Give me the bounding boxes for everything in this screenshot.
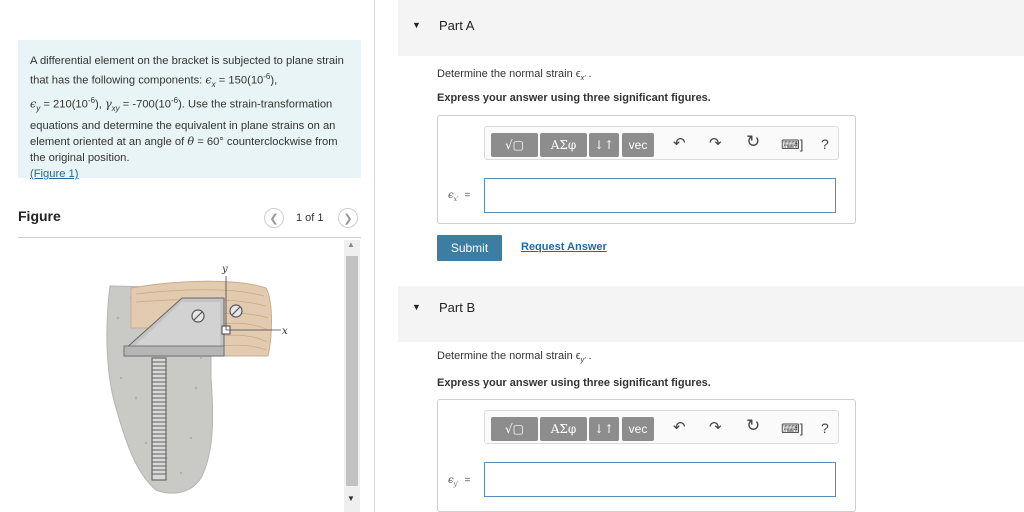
axis-x-label: x: [282, 326, 288, 337]
part-a-title[interactable]: Part A: [439, 18, 474, 33]
part-a-variable-label: ϵx′ =: [448, 190, 470, 203]
part-a-equals: =: [464, 190, 471, 201]
part-a-answer-box: √▢ ΑΣφ ↓↑ vec ↶ ↷ ↻ ⌨] ? ϵx′ =: [437, 115, 856, 224]
part-a-header[interactable]: [398, 0, 1024, 56]
help-button[interactable]: ?: [821, 420, 829, 436]
part-a-collapse-icon[interactable]: ▼: [412, 20, 421, 30]
vec-label: vec: [628, 138, 648, 152]
part-b-header[interactable]: [398, 286, 1024, 342]
ey-value: = 210(10: [40, 99, 88, 112]
figure-link[interactable]: (Figure 1): [30, 168, 79, 180]
bracket-figure: y x: [106, 264, 288, 494]
vec-button[interactable]: vec: [622, 133, 654, 157]
symbols-button[interactable]: ΑΣφ: [540, 417, 587, 441]
reset-icon[interactable]: ↻: [746, 133, 760, 150]
symbols-button[interactable]: ΑΣφ: [540, 133, 587, 157]
figure-counter: 1 of 1: [296, 212, 324, 224]
undo-icon[interactable]: ↶: [673, 136, 686, 152]
updown-label: ↓↑: [593, 138, 615, 152]
part-b-instruction: Express your answer using three signific…: [437, 377, 711, 389]
part-b-title[interactable]: Part B: [439, 300, 475, 315]
gxy-sub: xy: [111, 104, 120, 114]
ex-close: ),: [270, 74, 278, 87]
figure-divider: [18, 237, 361, 238]
part-a-instruction: Express your answer using three signific…: [437, 92, 711, 104]
undo-icon[interactable]: ↶: [673, 420, 686, 436]
ex-value: = 150(10: [215, 74, 264, 87]
part-b-variable-label: ϵy′ =: [448, 475, 470, 488]
updown-button[interactable]: ↓↑: [589, 133, 619, 157]
theta-value: = 60°: [194, 135, 224, 148]
symbols-label: ΑΣφ: [550, 422, 577, 436]
panel-divider: [374, 0, 375, 512]
axis-y-label: y: [221, 264, 228, 275]
ey-exp: -6: [87, 96, 95, 106]
problem-intro: A differential element on the bracket is…: [30, 55, 344, 87]
redo-icon[interactable]: ↷: [709, 136, 722, 152]
reset-icon[interactable]: ↻: [746, 417, 760, 434]
keyboard-icon[interactable]: ⌨]: [781, 421, 803, 437]
templates-label: √▢: [505, 138, 524, 152]
templates-button[interactable]: √▢: [491, 417, 538, 441]
part-a-question-end: .: [585, 68, 592, 80]
chevron-right-icon: ❯: [343, 212, 353, 225]
ey-close: ),: [95, 99, 102, 112]
problem-statement: A differential element on the bracket is…: [18, 40, 361, 180]
part-b-answer-input[interactable]: [484, 462, 836, 497]
submit-button[interactable]: Submit: [437, 235, 502, 261]
part-b-var-sub: y′: [453, 481, 459, 488]
left-panel: A differential element on the bracket is…: [0, 0, 374, 512]
templates-label: √▢: [505, 422, 524, 436]
vec-button[interactable]: vec: [622, 417, 654, 441]
figure-title: Figure: [18, 208, 61, 224]
gxy-exp: -6: [170, 96, 179, 106]
chevron-left-icon: ❮: [269, 212, 279, 225]
part-b-equals: =: [464, 475, 471, 486]
part-a-var-sub: x′: [453, 196, 459, 203]
part-a-answer-input[interactable]: [484, 178, 836, 213]
vec-label: vec: [628, 422, 648, 436]
redo-icon[interactable]: ↷: [709, 420, 722, 436]
part-a-question: Determine the normal strain ϵx′ .: [437, 68, 592, 82]
part-a-math-toolbar: √▢ ΑΣφ ↓↑ vec ↶ ↷ ↻ ⌨] ?: [484, 126, 839, 160]
templates-button[interactable]: √▢: [491, 133, 538, 157]
figure-scrollbar-thumb[interactable]: [346, 256, 358, 486]
help-button[interactable]: ?: [821, 136, 829, 152]
scroll-down-icon[interactable]: ▼: [347, 494, 355, 503]
figure-next-button[interactable]: ❯: [338, 208, 358, 228]
scroll-up-icon[interactable]: ▲: [347, 240, 355, 249]
figure-prev-button[interactable]: ❮: [264, 208, 284, 228]
part-b-question-text: Determine the normal strain ϵ: [437, 350, 581, 362]
part-b-question-end: .: [585, 350, 592, 362]
part-b-question: Determine the normal strain ϵy′ .: [437, 350, 592, 364]
part-b-math-toolbar: √▢ ΑΣφ ↓↑ vec ↶ ↷ ↻ ⌨] ?: [484, 410, 839, 444]
updown-label: ↓↑: [593, 422, 615, 436]
gxy-symbol: γ: [104, 98, 112, 112]
gxy-value: = -700(10: [119, 99, 171, 112]
symbols-label: ΑΣφ: [550, 138, 577, 152]
part-b-answer-box: √▢ ΑΣφ ↓↑ vec ↶ ↷ ↻ ⌨] ? ϵy′ =: [437, 399, 856, 512]
request-answer-link[interactable]: Request Answer: [521, 241, 607, 253]
updown-button[interactable]: ↓↑: [589, 417, 619, 441]
keyboard-icon[interactable]: ⌨]: [781, 137, 803, 153]
part-a-question-text: Determine the normal strain ϵ: [437, 68, 581, 80]
part-b-collapse-icon[interactable]: ▼: [412, 302, 421, 312]
